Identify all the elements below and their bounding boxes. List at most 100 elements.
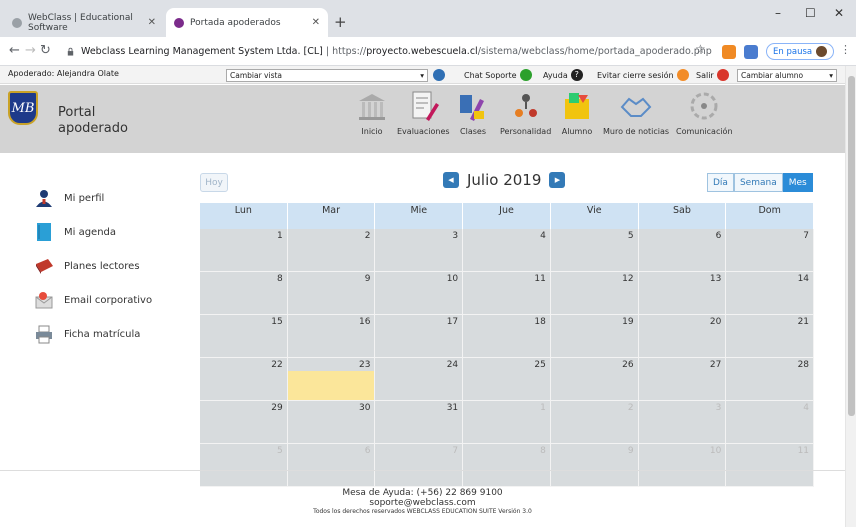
logout-link[interactable]: Salir — [696, 69, 729, 81]
calendar-day-cell[interactable]: 9 — [550, 444, 639, 487]
school-logo: MB — [8, 91, 38, 125]
portal-title: Portal apoderado — [58, 105, 148, 137]
prev-month-icon[interactable]: ◀ — [443, 172, 459, 188]
tab-webclass[interactable]: WebClass | Educational Software ✕ — [4, 8, 164, 37]
menu-muro-noticias[interactable]: Muro de noticias — [603, 89, 669, 136]
calendar-day-cell[interactable]: 3 — [375, 229, 464, 272]
url-field[interactable]: Webclass Learning Management System Ltda… — [56, 41, 716, 62]
calendar-day-cell[interactable]: 15 — [200, 315, 288, 358]
day-number: 2 — [627, 403, 634, 413]
calendar-day-cell[interactable]: 2 — [287, 229, 376, 272]
close-icon[interactable]: ✕ — [148, 17, 156, 28]
calendar-day-cell[interactable]: 4 — [463, 229, 551, 272]
lock-icon — [67, 47, 74, 56]
calendar-day-cell[interactable]: 7 — [726, 229, 815, 272]
day-number: 9 — [364, 274, 371, 284]
reload-icon[interactable]: ↻ — [40, 43, 51, 58]
view-select[interactable]: Cambiar vista ▾ — [226, 69, 428, 82]
menu-dots-icon[interactable]: ⋮ — [840, 43, 851, 56]
support-email: soporte@webclass.com — [369, 498, 476, 508]
menu-alumno[interactable]: Alumno — [560, 89, 594, 136]
calendar-day-cell[interactable]: 22 — [200, 358, 288, 401]
page-scrollbar[interactable] — [845, 66, 856, 527]
view-week-button[interactable]: Semana — [733, 173, 783, 192]
calendar-day-cell[interactable]: 28 — [726, 358, 815, 401]
calendar-day-cell[interactable]: 12 — [550, 272, 639, 315]
maximize-icon[interactable]: ☐ — [805, 6, 816, 20]
calendar-day-cell[interactable]: 30 — [287, 401, 376, 444]
calendar-day-cell[interactable]: 6 — [287, 444, 376, 487]
footer-divider — [0, 470, 845, 471]
menu-personalidad[interactable]: Personalidad — [500, 89, 551, 136]
calendar-day-cell[interactable]: 10 — [375, 272, 464, 315]
star-icon[interactable]: ☆ — [695, 42, 706, 56]
view-month-button[interactable]: Mes — [782, 173, 813, 192]
new-tab-icon[interactable]: + — [334, 13, 347, 31]
avoid-logout-link[interactable]: Evitar cierre sesión — [597, 69, 689, 81]
window-close-icon[interactable]: ✕ — [834, 6, 844, 20]
minimize-icon[interactable]: – — [775, 6, 781, 20]
calendar-day-cell[interactable]: 17 — [375, 315, 464, 358]
sidebar-item-planes-lectores[interactable]: Planes lectores — [34, 256, 140, 276]
menu-clases[interactable]: Clases — [456, 89, 490, 136]
next-month-icon[interactable]: ▶ — [549, 172, 566, 188]
calendar-day-cell[interactable]: 29 — [200, 401, 288, 444]
calendar-day-cell[interactable]: 10 — [638, 444, 727, 487]
close-icon[interactable]: ✕ — [312, 17, 320, 28]
switch-icon-button[interactable] — [433, 69, 445, 81]
calendar-day-cell[interactable]: 2 — [550, 401, 639, 444]
menu-evaluaciones[interactable]: Evaluaciones — [397, 89, 450, 136]
scrollbar-thumb[interactable] — [848, 76, 855, 416]
calendar-day-cell[interactable]: 3 — [638, 401, 727, 444]
calendar-day-cell[interactable]: 14 — [726, 272, 815, 315]
sidebar-item-mi-perfil[interactable]: Mi perfil — [34, 188, 104, 208]
menu-comunicacion[interactable]: Comunicación — [676, 89, 733, 136]
sidebar-item-mi-agenda[interactable]: Mi agenda — [34, 222, 116, 242]
sidebar-item-label: Mi agenda — [64, 226, 117, 238]
calendar-day-cell[interactable]: 5 — [550, 229, 639, 272]
sidebar-item-email-corporativo[interactable]: Email corporativo — [34, 290, 152, 310]
calendar-day-cell[interactable]: 1 — [200, 229, 288, 272]
help-link[interactable]: Ayuda ? — [543, 69, 583, 81]
day-number: 4 — [540, 231, 546, 241]
calendar-day-cell[interactable]: 4 — [726, 401, 815, 444]
profile-pause-button[interactable]: En pausa — [766, 43, 835, 60]
day-number: 3 — [452, 231, 459, 241]
calendar-day-cell[interactable]: 8 — [463, 444, 551, 487]
back-icon[interactable]: ← — [9, 43, 20, 58]
browser-tab-bar: WebClass | Educational Software ✕ Portad… — [0, 0, 856, 37]
calendar-day-cell[interactable]: 20 — [638, 315, 727, 358]
calendar-day-cell[interactable]: 25 — [463, 358, 551, 401]
calendar-week-row: 5 6 7 8 9 10 11 — [200, 444, 815, 487]
chat-support-link[interactable]: Chat Soporte — [464, 69, 532, 81]
calendar-day-cell[interactable]: 7 — [375, 444, 464, 487]
extension-icon[interactable] — [744, 45, 758, 59]
calendar-day-cell[interactable]: 19 — [550, 315, 639, 358]
forward-icon[interactable]: → — [25, 43, 36, 58]
tab-portada[interactable]: Portada apoderados ✕ — [166, 8, 328, 37]
calendar-day-cell[interactable]: 11 — [463, 272, 551, 315]
calendar-day-cell[interactable]: 21 — [726, 315, 815, 358]
calendar-day-cell[interactable]: 13 — [638, 272, 727, 315]
calendar-day-cell[interactable]: 11 — [726, 444, 815, 487]
menu-inicio[interactable]: Inicio — [355, 89, 389, 136]
calendar-day-cell[interactable]: 9 — [287, 272, 376, 315]
calendar-day-cell[interactable]: 23 — [287, 358, 376, 401]
sidebar-item-label: Ficha matrícula — [64, 328, 141, 340]
calendar-day-cell[interactable]: 1 — [463, 401, 551, 444]
calendar-day-cell[interactable]: 24 — [375, 358, 464, 401]
view-day-button[interactable]: Día — [707, 173, 734, 192]
calendar-day-cell[interactable]: 6 — [638, 229, 727, 272]
calendar-day-cell[interactable]: 8 — [200, 272, 288, 315]
calendar-day-cell[interactable]: 26 — [550, 358, 639, 401]
calendar-day-cell[interactable]: 16 — [287, 315, 376, 358]
student-select[interactable]: Cambiar alumno ▾ — [737, 69, 837, 82]
calendar-day-cell[interactable]: 18 — [463, 315, 551, 358]
calendar-day-cell[interactable]: 27 — [638, 358, 727, 401]
rss-extension-icon[interactable] — [722, 45, 736, 59]
today-button[interactable]: Hoy — [200, 173, 228, 192]
calendar-day-cell[interactable]: 5 — [200, 444, 288, 487]
calendar-day-cell[interactable]: 31 — [375, 401, 464, 444]
sidebar-item-ficha-matricula[interactable]: Ficha matrícula — [34, 324, 140, 344]
day-number: 31 — [446, 403, 459, 413]
